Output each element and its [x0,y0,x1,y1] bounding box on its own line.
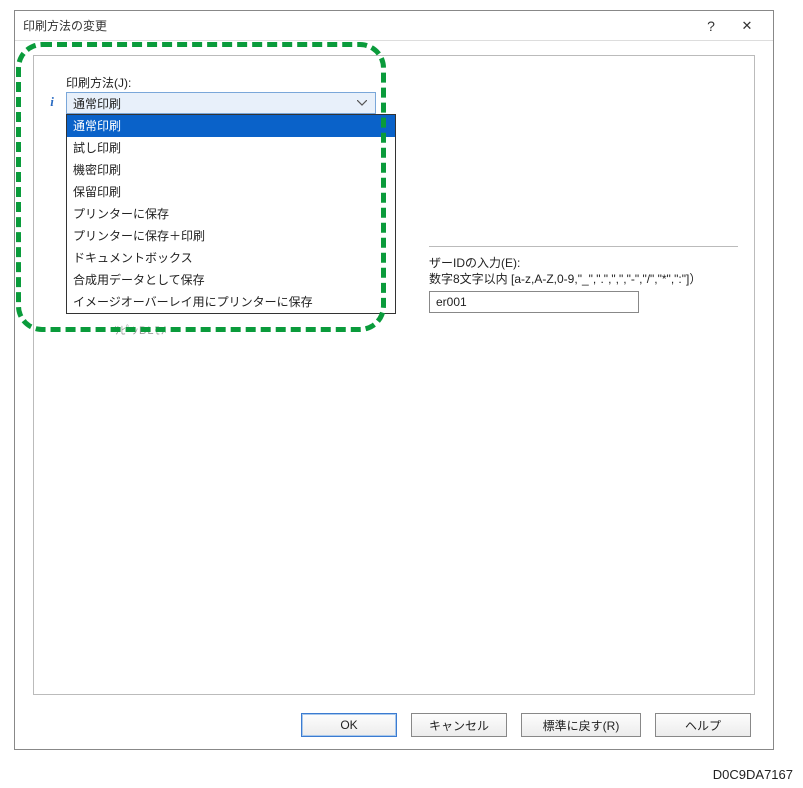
dropdown-option[interactable]: 保留印刷 [67,181,395,203]
image-id-label: D0C9DA7167 [713,767,793,782]
dropdown-option[interactable]: プリンターに保存 [67,203,395,225]
close-button[interactable]: ✕ [729,13,765,39]
dropdown-option[interactable]: ドキュメントボックス [67,247,395,269]
cancel-button[interactable]: キャンセル [411,713,507,737]
dialog-content: 印刷方法(J): i 通常印刷 通常印刷 試し印刷 機密印刷 保留印刷 プリンタ… [15,41,773,749]
userid-input[interactable]: er001 [429,291,639,313]
dropdown-option[interactable]: 試し印刷 [67,137,395,159]
userid-label: ザーIDの入力(E): [429,255,738,271]
titlebar: 印刷方法の変更 ? ✕ [15,11,773,41]
dropdown-option[interactable]: プリンターに保存＋印刷 [67,225,395,247]
dropdown-option[interactable]: 機密印刷 [67,159,395,181]
dialog-window: 印刷方法の変更 ? ✕ 印刷方法(J): i 通常印刷 通常印刷 試し印刷 機密… [14,10,774,750]
help-button-bottom[interactable]: ヘルプ [655,713,751,737]
button-bar: OK キャンセル 標準に戻す(R) ヘルプ [15,713,773,737]
obscured-text: ﾘﾋﾟﾝBLﾓﾒ [114,322,167,338]
print-method-selected: 通常印刷 [73,95,355,112]
print-method-label: 印刷方法(J): [66,74,131,91]
print-method-dropdown[interactable]: 通常印刷 試し印刷 機密印刷 保留印刷 プリンターに保存 プリンターに保存＋印刷… [66,114,396,314]
dropdown-option[interactable]: イメージオーバーレイ用にプリンターに保存 [67,291,395,313]
print-method-combo[interactable]: 通常印刷 [66,92,376,114]
dropdown-option[interactable]: 合成用データとして保存 [67,269,395,291]
userid-value: er001 [436,295,467,309]
userid-section: ザーIDの入力(E): 数字8文字以内 [a-z,A-Z,0-9,"_","."… [429,246,738,313]
info-icon: i [44,94,60,110]
inner-panel: 印刷方法(J): i 通常印刷 通常印刷 試し印刷 機密印刷 保留印刷 プリンタ… [33,55,755,695]
userid-hint: 数字8文字以内 [a-z,A-Z,0-9,"_",".",",","-","/"… [429,271,738,287]
ok-button[interactable]: OK [301,713,397,737]
reset-defaults-button[interactable]: 標準に戻す(R) [521,713,641,737]
help-button[interactable]: ? [693,13,729,39]
dropdown-option[interactable]: 通常印刷 [67,115,395,137]
chevron-down-icon [355,98,369,109]
dialog-title: 印刷方法の変更 [23,17,693,34]
section-divider [429,246,738,247]
